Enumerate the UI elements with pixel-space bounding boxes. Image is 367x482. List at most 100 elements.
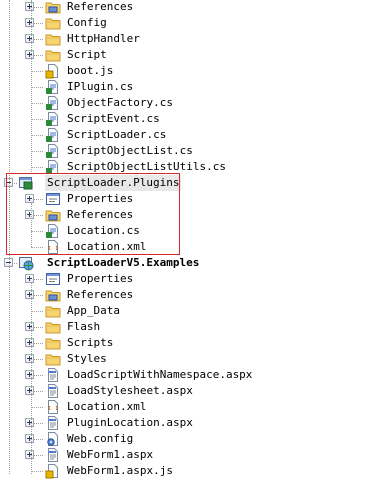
tree-connector	[31, 407, 43, 408]
tree-item-label: Scripts	[67, 336, 114, 349]
tree-connector	[31, 135, 43, 136]
tree-item[interactable]: boot.js	[0, 63, 367, 79]
tree-item[interactable]: ScriptLoaderV5.Examples	[0, 255, 367, 271]
tree-item[interactable]: References	[0, 0, 367, 15]
tree-item-label: App_Data	[67, 304, 120, 317]
js-file-icon	[45, 463, 61, 479]
tree-item[interactable]: References	[0, 207, 367, 223]
tree-item-label: Script	[67, 48, 107, 61]
tree-connector	[31, 119, 43, 120]
tree-item[interactable]: Flash	[0, 319, 367, 335]
expand-icon[interactable]	[25, 450, 34, 459]
aspx-file-icon	[45, 367, 61, 383]
folder-icon	[45, 47, 61, 63]
folder-icon	[45, 303, 61, 319]
tree-item-label: ScriptObjectListUtils.cs	[67, 160, 226, 173]
tree-guide-line	[9, 0, 10, 474]
expand-icon[interactable]	[25, 290, 34, 299]
tree-item[interactable]: LoadStylesheet.aspx	[0, 383, 367, 399]
aspx-file-icon	[45, 415, 61, 431]
expand-icon[interactable]	[25, 354, 34, 363]
tree-item[interactable]: Script	[0, 47, 367, 63]
tree-item[interactable]: ScriptObjectListUtils.cs	[0, 159, 367, 175]
aspx-file-icon	[45, 447, 61, 463]
tree-item-label: References	[67, 288, 134, 301]
tree-item-label: References	[67, 0, 134, 13]
tree-connector	[31, 311, 43, 312]
xml-file-icon	[45, 239, 61, 255]
tree-item-label: Config	[67, 16, 107, 29]
tree-item[interactable]: ScriptEvent.cs	[0, 111, 367, 127]
tree-item[interactable]: Properties	[0, 271, 367, 287]
tree-item-label: Location.xml	[67, 240, 147, 253]
tree-item-label: ScriptLoader.Plugins	[45, 175, 182, 191]
tree-item-label: IPlugin.cs	[67, 80, 134, 93]
tree-guide-line	[31, 283, 32, 474]
expand-icon[interactable]	[25, 274, 34, 283]
tree-item-label: ScriptLoaderV5.Examples	[47, 256, 200, 269]
tree-item[interactable]: Scripts	[0, 335, 367, 351]
tree-connector	[31, 71, 43, 72]
tree-item-label: WebForm1.aspx	[67, 448, 154, 461]
tree-item-label: ScriptEvent.cs	[67, 112, 160, 125]
aspx-file-icon	[45, 383, 61, 399]
expand-icon[interactable]	[25, 434, 34, 443]
tree-item[interactable]: ScriptObjectList.cs	[0, 143, 367, 159]
tree-item-label: PluginLocation.aspx	[67, 416, 193, 429]
tree-item[interactable]: IPlugin.cs	[0, 79, 367, 95]
tree-item[interactable]: Web.config	[0, 431, 367, 447]
references-icon	[45, 287, 61, 303]
tree-item-label: Properties	[67, 192, 134, 205]
folder-icon	[45, 351, 61, 367]
references-icon	[45, 207, 61, 223]
tree-item[interactable]: WebForm1.aspx	[0, 447, 367, 463]
cs-file-icon	[45, 143, 61, 159]
tree-item[interactable]: ObjectFactory.cs	[0, 95, 367, 111]
tree-item-label: Flash	[67, 320, 101, 333]
expand-icon[interactable]	[25, 370, 34, 379]
tree-item[interactable]: Location.xml	[0, 399, 367, 415]
js-file-icon	[45, 63, 61, 79]
expand-icon[interactable]	[25, 194, 34, 203]
expand-icon[interactable]	[25, 322, 34, 331]
expand-icon[interactable]	[25, 418, 34, 427]
tree-item[interactable]: HttpHandler	[0, 31, 367, 47]
expand-icon[interactable]	[25, 210, 34, 219]
tree-item-label: Location.xml	[67, 400, 147, 413]
expand-icon[interactable]	[25, 50, 34, 59]
tree-item-label: Location.cs	[67, 224, 140, 237]
tree-item[interactable]: Config	[0, 15, 367, 31]
web-project-icon	[18, 255, 34, 271]
cs-file-icon	[45, 223, 61, 239]
tree-item[interactable]: References	[0, 287, 367, 303]
expand-icon[interactable]	[25, 338, 34, 347]
folder-icon	[45, 15, 61, 31]
tree-connector	[31, 167, 43, 168]
tree-item-label: Styles	[67, 352, 107, 365]
folder-icon	[45, 319, 61, 335]
tree-item[interactable]: App_Data	[0, 303, 367, 319]
expand-icon[interactable]	[25, 18, 34, 27]
tree-item[interactable]: Styles	[0, 351, 367, 367]
expand-icon[interactable]	[25, 2, 34, 11]
expand-icon[interactable]	[25, 386, 34, 395]
tree-item[interactable]: Location.xml	[0, 239, 367, 255]
tree-item-label: WebForm1.aspx.js	[67, 464, 173, 477]
expand-icon[interactable]	[25, 34, 34, 43]
csharp-project-icon	[18, 175, 34, 191]
tree-item-label: Web.config	[67, 432, 134, 445]
tree-item[interactable]: PluginLocation.aspx	[0, 415, 367, 431]
tree-item[interactable]: Location.cs	[0, 223, 367, 239]
tree-item[interactable]: Properties	[0, 191, 367, 207]
cs-file-icon	[45, 111, 61, 127]
tree-item-label: LoadStylesheet.aspx	[67, 384, 193, 397]
tree-item[interactable]: WebForm1.aspx.js	[0, 463, 367, 479]
tree-connector	[31, 247, 43, 248]
tree-item[interactable]: LoadScriptWithNamespace.aspx	[0, 367, 367, 383]
tree-item-label: ScriptLoader.cs	[67, 128, 167, 141]
tree-connector	[31, 471, 43, 472]
tree-item[interactable]: ScriptLoader.cs	[0, 127, 367, 143]
tree-item[interactable]: ScriptLoader.Plugins	[0, 175, 367, 191]
tree-item-label: HttpHandler	[67, 32, 140, 45]
tree-item-label: boot.js	[67, 64, 114, 77]
